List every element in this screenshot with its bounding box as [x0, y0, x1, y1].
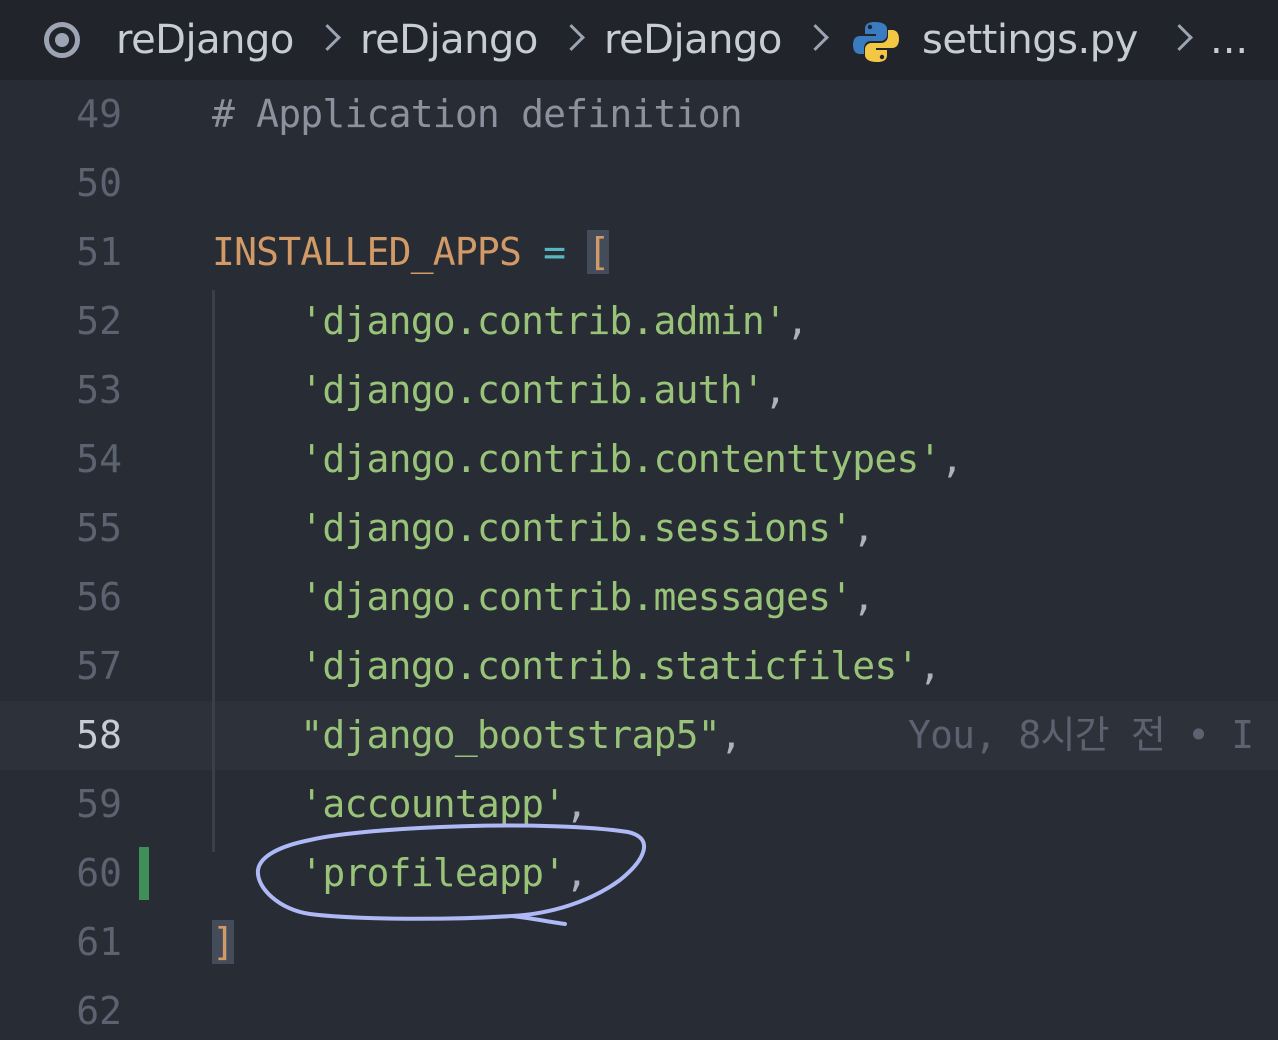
code-text[interactable]: 'accountapp', [212, 770, 588, 839]
code-text[interactable]: # Application definition [212, 80, 743, 149]
line-number: 50 [76, 161, 122, 205]
code-token: , [852, 575, 875, 619]
code-text[interactable]: INSTALLED_APPS = [ [212, 218, 610, 287]
code-token: INSTALLED_APPS [212, 230, 522, 274]
git-added-gutter-marker[interactable] [139, 847, 149, 900]
code-token: 'django.contrib.staticfiles' [212, 644, 919, 688]
code-line[interactable]: 62 [0, 977, 1278, 1040]
breadcrumb: reDjango reDjango reDjango settings.py .… [0, 0, 1278, 80]
breadcrumb-item-folder-2[interactable]: reDjango [360, 16, 538, 64]
code-line[interactable]: 59 'accountapp', [0, 770, 1278, 839]
code-text[interactable]: 'django.contrib.admin', [212, 287, 809, 356]
line-number: 53 [76, 368, 122, 412]
code-line[interactable]: 49 # Application definition [0, 80, 1278, 149]
chevron-right-icon [802, 24, 829, 51]
chevron-right-icon [314, 24, 341, 51]
code-text[interactable]: 'django.contrib.messages', [212, 563, 875, 632]
code-token: 'profileapp' [212, 851, 566, 895]
chevron-right-icon [558, 24, 585, 51]
code-token: , [719, 713, 743, 757]
code-text[interactable]: 'django.contrib.contenttypes', [212, 425, 963, 494]
code-token: , [918, 644, 942, 688]
code-text[interactable]: 'django.contrib.staticfiles', [212, 632, 941, 701]
line-number: 61 [76, 920, 122, 964]
breadcrumb-item-file[interactable]: settings.py [922, 16, 1138, 64]
line-number: 57 [76, 644, 122, 688]
code-token: 'django.contrib.messages' [212, 575, 853, 619]
code-token: ] [212, 920, 235, 964]
chevron-right-icon [1166, 24, 1193, 51]
code-token: 'django.contrib.contenttypes' [212, 437, 941, 481]
code-token: , [852, 506, 875, 550]
code-text[interactable]: "django_bootstrap5", [212, 701, 742, 770]
code-text[interactable]: 'django.contrib.auth', [212, 356, 787, 425]
code-line[interactable]: 57 'django.contrib.staticfiles', [0, 632, 1278, 701]
line-number: 49 [76, 92, 122, 136]
code-line[interactable]: 56 'django.contrib.messages', [0, 563, 1278, 632]
line-number: 52 [76, 299, 122, 343]
code-line[interactable]: 53 'django.contrib.auth', [0, 356, 1278, 425]
line-number: 59 [76, 782, 122, 826]
code-token: = [521, 230, 588, 274]
line-number: 58 [76, 713, 122, 757]
python-file-icon [853, 22, 899, 62]
code-line[interactable]: 58 "django_bootstrap5", You, 8시간 전 • I [0, 701, 1278, 770]
code-line[interactable]: 50 [0, 149, 1278, 218]
code-token: , [940, 437, 964, 481]
git-blame-annotation: You, 8시간 전 • I [908, 713, 1254, 757]
code-token: 'django.contrib.admin' [212, 299, 787, 343]
code-token: [ [587, 230, 610, 274]
code-token: , [565, 851, 588, 895]
code-token: 'django.contrib.sessions' [212, 506, 853, 550]
source-control-icon[interactable] [44, 22, 80, 58]
line-number: 60 [76, 851, 122, 895]
code-text[interactable]: 'django.contrib.sessions', [212, 494, 875, 563]
breadcrumb-ellipsis[interactable]: ... [1210, 16, 1248, 64]
line-number: 55 [76, 506, 122, 550]
code-token: 'accountapp' [212, 782, 566, 826]
line-number: 56 [76, 575, 122, 619]
code-line[interactable]: 54 'django.contrib.contenttypes', [0, 425, 1278, 494]
code-token: 'django.contrib.auth' [212, 368, 764, 412]
code-line[interactable]: 51 INSTALLED_APPS = [ [0, 218, 1278, 287]
code-token: , [763, 368, 787, 412]
code-token: , [786, 299, 809, 343]
code-line[interactable]: 60 'profileapp', [0, 839, 1278, 908]
code-editor[interactable]: 49 # Application definition 50 51 INSTALLED_… [0, 80, 1278, 1040]
indent-guide [212, 290, 215, 852]
code-token: , [565, 782, 588, 826]
line-number: 54 [76, 437, 122, 481]
code-line[interactable]: 61] [0, 908, 1278, 977]
line-number: 62 [76, 989, 122, 1033]
code-line[interactable]: 55 'django.contrib.sessions', [0, 494, 1278, 563]
code-line[interactable]: 52 'django.contrib.admin', [0, 287, 1278, 356]
line-number: 51 [76, 230, 122, 274]
breadcrumb-item-folder-3[interactable]: reDjango [604, 16, 782, 64]
code-token: "django_bootstrap5" [212, 713, 720, 757]
code-text[interactable]: ] [212, 908, 235, 977]
breadcrumb-item-folder-1[interactable]: reDjango [116, 16, 294, 64]
code-text[interactable]: 'profileapp', [212, 839, 588, 908]
code-token: # Application definition [212, 92, 743, 136]
